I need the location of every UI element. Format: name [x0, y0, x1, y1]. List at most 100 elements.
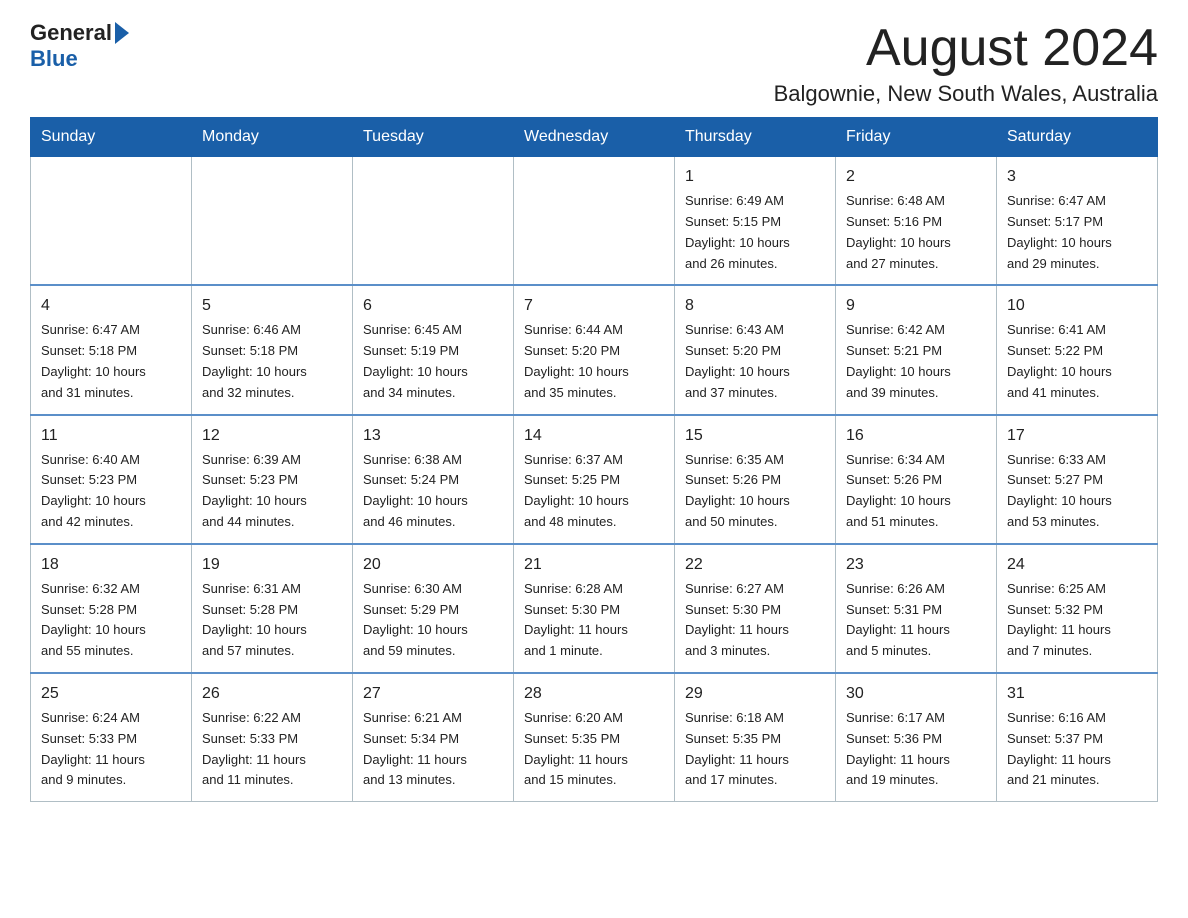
day-info: Sunrise: 6:25 AMSunset: 5:32 PMDaylight:…	[1007, 579, 1147, 662]
day-number: 10	[1007, 294, 1147, 318]
calendar-day-cell: 29Sunrise: 6:18 AMSunset: 5:35 PMDayligh…	[675, 673, 836, 802]
calendar-day-cell: 25Sunrise: 6:24 AMSunset: 5:33 PMDayligh…	[31, 673, 192, 802]
day-number: 15	[685, 424, 825, 448]
day-number: 29	[685, 682, 825, 706]
day-info: Sunrise: 6:33 AMSunset: 5:27 PMDaylight:…	[1007, 450, 1147, 533]
day-info: Sunrise: 6:16 AMSunset: 5:37 PMDaylight:…	[1007, 708, 1147, 791]
day-info: Sunrise: 6:18 AMSunset: 5:35 PMDaylight:…	[685, 708, 825, 791]
calendar-day-cell: 7Sunrise: 6:44 AMSunset: 5:20 PMDaylight…	[514, 285, 675, 414]
calendar-day-cell: 10Sunrise: 6:41 AMSunset: 5:22 PMDayligh…	[997, 285, 1158, 414]
calendar-day-cell: 17Sunrise: 6:33 AMSunset: 5:27 PMDayligh…	[997, 415, 1158, 544]
day-info: Sunrise: 6:32 AMSunset: 5:28 PMDaylight:…	[41, 579, 181, 662]
day-info: Sunrise: 6:22 AMSunset: 5:33 PMDaylight:…	[202, 708, 342, 791]
calendar-day-cell	[514, 157, 675, 286]
calendar-table: SundayMondayTuesdayWednesdayThursdayFrid…	[30, 117, 1158, 802]
day-info: Sunrise: 6:28 AMSunset: 5:30 PMDaylight:…	[524, 579, 664, 662]
calendar-day-cell: 12Sunrise: 6:39 AMSunset: 5:23 PMDayligh…	[192, 415, 353, 544]
day-number: 20	[363, 553, 503, 577]
day-info: Sunrise: 6:35 AMSunset: 5:26 PMDaylight:…	[685, 450, 825, 533]
day-number: 16	[846, 424, 986, 448]
day-number: 13	[363, 424, 503, 448]
day-info: Sunrise: 6:40 AMSunset: 5:23 PMDaylight:…	[41, 450, 181, 533]
calendar-day-cell: 26Sunrise: 6:22 AMSunset: 5:33 PMDayligh…	[192, 673, 353, 802]
day-info: Sunrise: 6:26 AMSunset: 5:31 PMDaylight:…	[846, 579, 986, 662]
day-number: 23	[846, 553, 986, 577]
calendar-day-cell: 28Sunrise: 6:20 AMSunset: 5:35 PMDayligh…	[514, 673, 675, 802]
logo: General Blue	[30, 20, 129, 72]
day-info: Sunrise: 6:37 AMSunset: 5:25 PMDaylight:…	[524, 450, 664, 533]
calendar-week-row: 4Sunrise: 6:47 AMSunset: 5:18 PMDaylight…	[31, 285, 1158, 414]
day-number: 14	[524, 424, 664, 448]
day-info: Sunrise: 6:48 AMSunset: 5:16 PMDaylight:…	[846, 191, 986, 274]
day-number: 1	[685, 165, 825, 189]
day-info: Sunrise: 6:27 AMSunset: 5:30 PMDaylight:…	[685, 579, 825, 662]
calendar-day-cell: 27Sunrise: 6:21 AMSunset: 5:34 PMDayligh…	[353, 673, 514, 802]
day-number: 12	[202, 424, 342, 448]
calendar-week-row: 1Sunrise: 6:49 AMSunset: 5:15 PMDaylight…	[31, 157, 1158, 286]
day-number: 19	[202, 553, 342, 577]
day-info: Sunrise: 6:21 AMSunset: 5:34 PMDaylight:…	[363, 708, 503, 791]
day-number: 9	[846, 294, 986, 318]
weekday-header-tuesday: Tuesday	[353, 118, 514, 157]
calendar-week-row: 25Sunrise: 6:24 AMSunset: 5:33 PMDayligh…	[31, 673, 1158, 802]
weekday-header-sunday: Sunday	[31, 118, 192, 157]
calendar-day-cell	[31, 157, 192, 286]
calendar-week-row: 18Sunrise: 6:32 AMSunset: 5:28 PMDayligh…	[31, 544, 1158, 673]
calendar-day-cell: 21Sunrise: 6:28 AMSunset: 5:30 PMDayligh…	[514, 544, 675, 673]
day-info: Sunrise: 6:17 AMSunset: 5:36 PMDaylight:…	[846, 708, 986, 791]
calendar-day-cell: 5Sunrise: 6:46 AMSunset: 5:18 PMDaylight…	[192, 285, 353, 414]
day-number: 21	[524, 553, 664, 577]
day-info: Sunrise: 6:49 AMSunset: 5:15 PMDaylight:…	[685, 191, 825, 274]
weekday-header-saturday: Saturday	[997, 118, 1158, 157]
calendar-day-cell: 18Sunrise: 6:32 AMSunset: 5:28 PMDayligh…	[31, 544, 192, 673]
day-number: 25	[41, 682, 181, 706]
day-number: 28	[524, 682, 664, 706]
calendar-day-cell	[192, 157, 353, 286]
calendar-day-cell: 23Sunrise: 6:26 AMSunset: 5:31 PMDayligh…	[836, 544, 997, 673]
calendar-day-cell: 11Sunrise: 6:40 AMSunset: 5:23 PMDayligh…	[31, 415, 192, 544]
day-info: Sunrise: 6:38 AMSunset: 5:24 PMDaylight:…	[363, 450, 503, 533]
calendar-day-cell: 31Sunrise: 6:16 AMSunset: 5:37 PMDayligh…	[997, 673, 1158, 802]
calendar-day-cell	[353, 157, 514, 286]
day-info: Sunrise: 6:46 AMSunset: 5:18 PMDaylight:…	[202, 320, 342, 403]
logo-general-text: General	[30, 20, 112, 46]
calendar-day-cell: 22Sunrise: 6:27 AMSunset: 5:30 PMDayligh…	[675, 544, 836, 673]
page-header: General Blue August 2024 Balgownie, New …	[30, 20, 1158, 107]
day-number: 24	[1007, 553, 1147, 577]
day-info: Sunrise: 6:34 AMSunset: 5:26 PMDaylight:…	[846, 450, 986, 533]
day-number: 8	[685, 294, 825, 318]
calendar-day-cell: 4Sunrise: 6:47 AMSunset: 5:18 PMDaylight…	[31, 285, 192, 414]
calendar-day-cell: 24Sunrise: 6:25 AMSunset: 5:32 PMDayligh…	[997, 544, 1158, 673]
day-number: 27	[363, 682, 503, 706]
calendar-day-cell: 6Sunrise: 6:45 AMSunset: 5:19 PMDaylight…	[353, 285, 514, 414]
logo-triangle-icon	[115, 22, 129, 44]
day-info: Sunrise: 6:24 AMSunset: 5:33 PMDaylight:…	[41, 708, 181, 791]
month-title: August 2024	[774, 20, 1158, 77]
day-number: 5	[202, 294, 342, 318]
calendar-day-cell: 13Sunrise: 6:38 AMSunset: 5:24 PMDayligh…	[353, 415, 514, 544]
weekday-header-wednesday: Wednesday	[514, 118, 675, 157]
weekday-header-thursday: Thursday	[675, 118, 836, 157]
day-number: 11	[41, 424, 181, 448]
weekday-header-monday: Monday	[192, 118, 353, 157]
weekday-header-friday: Friday	[836, 118, 997, 157]
calendar-day-cell: 14Sunrise: 6:37 AMSunset: 5:25 PMDayligh…	[514, 415, 675, 544]
day-info: Sunrise: 6:41 AMSunset: 5:22 PMDaylight:…	[1007, 320, 1147, 403]
location-title: Balgownie, New South Wales, Australia	[774, 81, 1158, 107]
day-info: Sunrise: 6:39 AMSunset: 5:23 PMDaylight:…	[202, 450, 342, 533]
day-number: 31	[1007, 682, 1147, 706]
day-number: 26	[202, 682, 342, 706]
calendar-day-cell: 20Sunrise: 6:30 AMSunset: 5:29 PMDayligh…	[353, 544, 514, 673]
calendar-day-cell: 1Sunrise: 6:49 AMSunset: 5:15 PMDaylight…	[675, 157, 836, 286]
day-number: 2	[846, 165, 986, 189]
calendar-day-cell: 15Sunrise: 6:35 AMSunset: 5:26 PMDayligh…	[675, 415, 836, 544]
day-number: 17	[1007, 424, 1147, 448]
day-info: Sunrise: 6:47 AMSunset: 5:18 PMDaylight:…	[41, 320, 181, 403]
day-info: Sunrise: 6:43 AMSunset: 5:20 PMDaylight:…	[685, 320, 825, 403]
day-number: 22	[685, 553, 825, 577]
day-number: 30	[846, 682, 986, 706]
day-number: 7	[524, 294, 664, 318]
calendar-day-cell: 8Sunrise: 6:43 AMSunset: 5:20 PMDaylight…	[675, 285, 836, 414]
calendar-day-cell: 30Sunrise: 6:17 AMSunset: 5:36 PMDayligh…	[836, 673, 997, 802]
calendar-day-cell: 19Sunrise: 6:31 AMSunset: 5:28 PMDayligh…	[192, 544, 353, 673]
